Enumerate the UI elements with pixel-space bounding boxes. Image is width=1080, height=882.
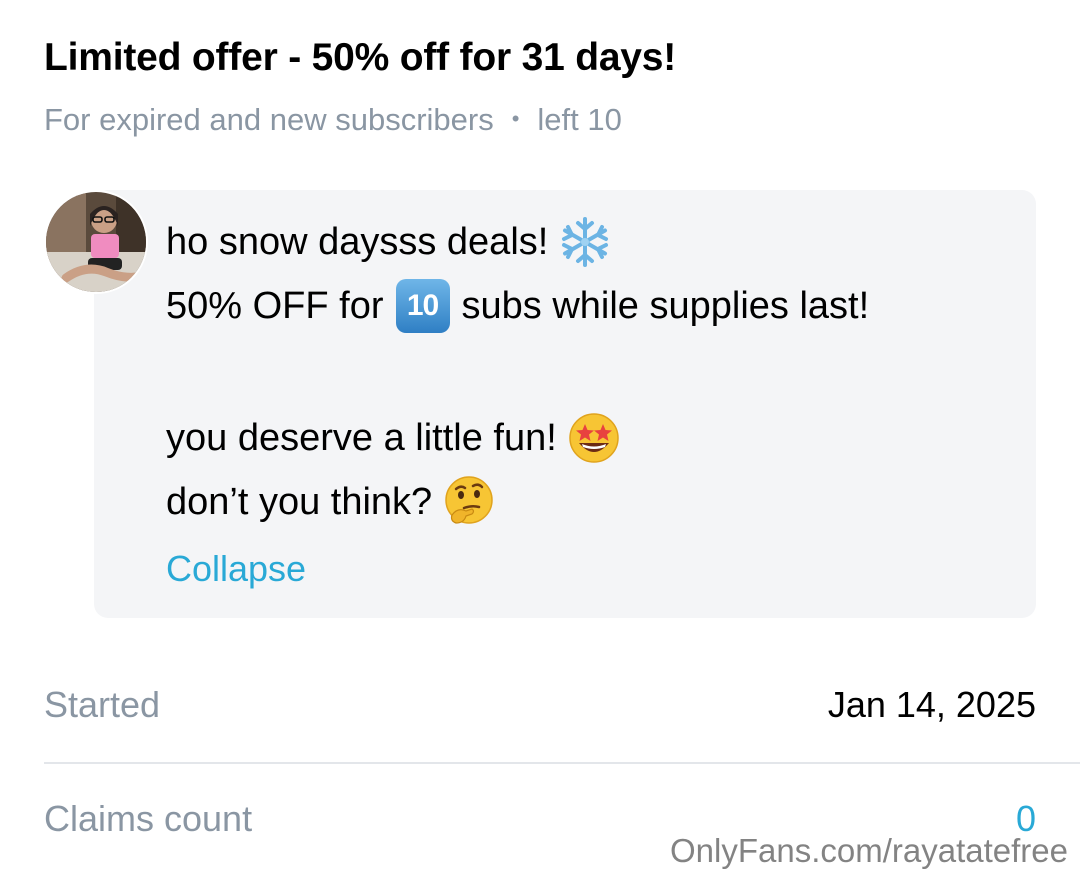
- separator-dot: •: [511, 106, 520, 131]
- message-line-3-text: you deserve a little fun!: [166, 417, 557, 459]
- message-line-1-text: ho snow daysss deals!: [166, 221, 549, 263]
- offer-subtitle: For expired and new subscribers • left 10: [44, 102, 622, 138]
- watermark: OnlyFans.com/rayatatefree: [670, 832, 1068, 869]
- message-text: ho snow daysss deals! 50% OFF for 10 sub…: [166, 210, 1016, 534]
- started-label: Started: [44, 684, 161, 725]
- avatar[interactable]: [44, 190, 148, 294]
- offer-title: Limited offer - 50% off for 31 days!: [44, 36, 677, 79]
- message-line-4: don’t you think?: [166, 470, 1016, 534]
- offer-audience: For expired and new subscribers: [44, 102, 494, 137]
- collapse-link[interactable]: Collapse: [166, 548, 306, 590]
- snowflake-icon: [562, 217, 609, 267]
- message-line-2-prefix: 50% OFF for: [166, 285, 384, 327]
- message-line-4-text: don’t you think?: [166, 481, 433, 523]
- claims-count-label: Claims count: [44, 798, 253, 839]
- message-line-2: 50% OFF for 10 subs while supplies last!: [166, 274, 1016, 338]
- thinking-face-icon: [445, 476, 493, 524]
- message-line-1: ho snow daysss deals!: [166, 210, 1016, 274]
- star-struck-icon: [569, 413, 619, 463]
- message-line-2-suffix: subs while supplies last!: [461, 285, 870, 327]
- keycap-ten-icon: 10: [395, 279, 450, 333]
- started-value: Jan 14, 2025: [827, 684, 1036, 725]
- message-line-3: you deserve a little fun!: [166, 406, 1016, 470]
- divider: [44, 762, 1080, 764]
- avatar-photo: [46, 192, 146, 292]
- offer-remaining: left 10: [537, 102, 622, 137]
